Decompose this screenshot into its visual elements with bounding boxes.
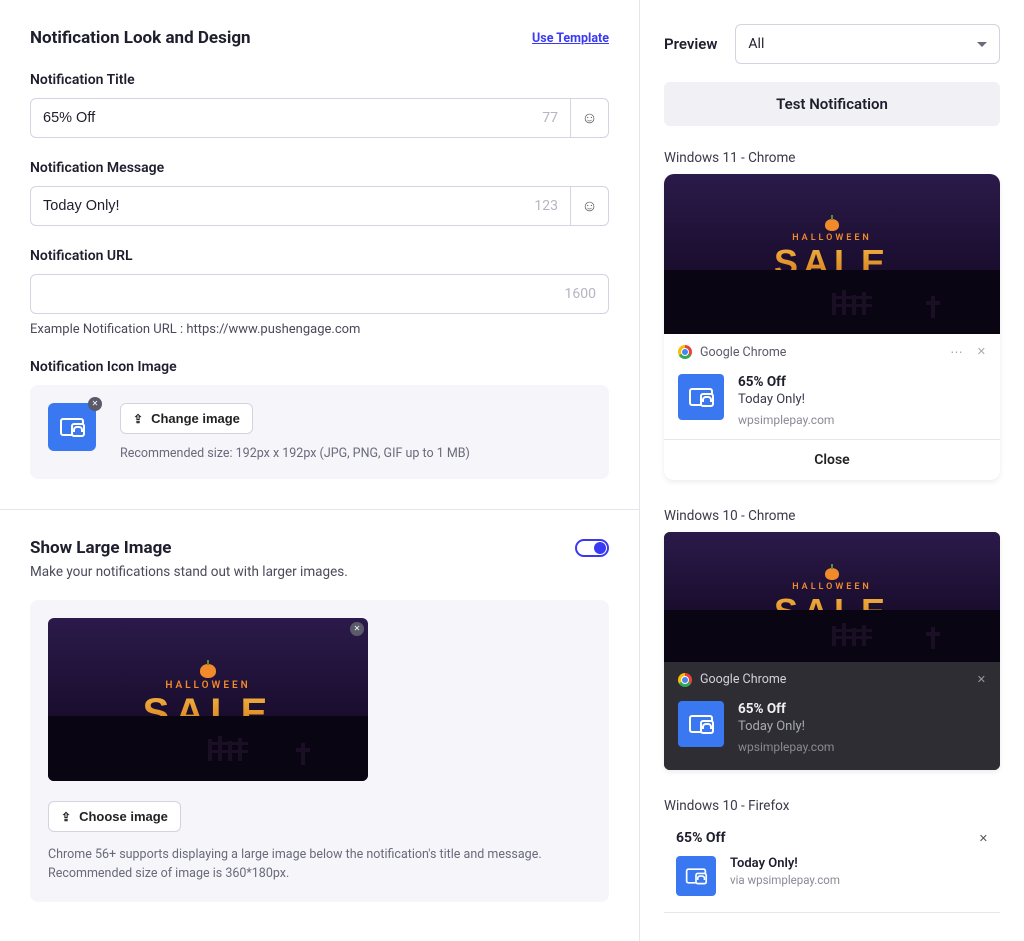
notification-domain: wpsimplepay.com (738, 413, 834, 427)
emoji-icon (581, 108, 597, 128)
cross-graphic (296, 743, 310, 765)
close-icon[interactable] (977, 344, 986, 360)
large-image-card: HALLOWEEN SALE (30, 600, 609, 902)
browser-name: Google Chrome (700, 345, 786, 360)
url-input-wrap: 1600 (30, 274, 609, 314)
emoji-icon (581, 196, 597, 216)
title-input-wrap: 77 (30, 98, 571, 138)
message-emoji-button[interactable] (571, 186, 609, 226)
icon-thumbnail (48, 403, 96, 451)
preview-select[interactable]: All (735, 24, 1000, 64)
lock-card-icon (60, 418, 84, 436)
remove-large-image-button[interactable] (350, 622, 364, 636)
large-image-heading: Show Large Image (30, 538, 171, 558)
notification-icon (676, 856, 716, 896)
test-notification-button[interactable]: Test Notification (664, 82, 1000, 126)
notification-icon (678, 374, 724, 420)
preview-caption-win10-firefox: Windows 10 - Firefox (664, 798, 1000, 814)
remove-icon-button[interactable] (88, 397, 102, 411)
close-icon[interactable] (979, 830, 988, 846)
url-char-count: 1600 (557, 286, 596, 302)
notification-message: Today Only! (738, 719, 834, 734)
message-char-count: 123 (526, 198, 558, 214)
notification-title: 65% Off (738, 701, 834, 717)
notification-domain: wpsimplepay.com (738, 740, 834, 754)
url-input[interactable] (43, 286, 557, 302)
preview-label: Preview (664, 35, 717, 53)
browser-name: Google Chrome (700, 672, 786, 687)
chevron-down-icon (977, 42, 987, 47)
notification-message: Today Only! (738, 392, 834, 407)
icon-image-label: Notification Icon Image (30, 359, 609, 375)
message-input-wrap: 123 (30, 186, 571, 226)
change-image-button[interactable]: Change image (120, 403, 253, 434)
notification-preview-win11: HALLOWEEN SALE Google Chrome (664, 174, 1000, 480)
hero-subtitle: HALLOWEEN (48, 680, 368, 691)
fence-graphic (208, 736, 248, 761)
icon-image-card: Change image Recommended size: 192px x 1… (30, 385, 609, 479)
icon-recommended-text: Recommended size: 192px x 192px (JPG, PN… (120, 446, 470, 461)
use-template-link[interactable]: Use Template (532, 31, 609, 46)
upload-icon (133, 411, 143, 426)
notification-preview-firefox: 65% Off Today Only! via wpsimplepay.com (664, 822, 1000, 913)
notification-via: via wpsimplepay.com (730, 873, 840, 887)
title-input[interactable] (43, 110, 534, 126)
preview-select-value: All (748, 36, 764, 52)
title-char-count: 77 (534, 110, 558, 126)
notification-icon (678, 701, 724, 747)
preview-caption-win10-chrome: Windows 10 - Chrome (664, 508, 1000, 524)
close-button[interactable]: Close (664, 439, 1000, 480)
change-image-label: Change image (151, 411, 240, 426)
notification-title: 65% Off (738, 374, 834, 390)
chrome-icon (678, 345, 692, 359)
pumpkin-icon (825, 568, 839, 580)
notification-preview-win10-chrome: HALLOWEEN SALE Google Chrome (664, 532, 1000, 770)
section-title: Notification Look and Design (30, 28, 251, 48)
notification-message: Today Only! (730, 856, 840, 871)
large-image-toggle[interactable] (575, 539, 609, 557)
close-icon[interactable] (977, 672, 986, 687)
pumpkin-icon (825, 219, 839, 231)
url-hint: Example Notification URL : https://www.p… (30, 322, 609, 337)
title-label: Notification Title (30, 72, 609, 88)
choose-image-label: Choose image (79, 809, 168, 824)
message-label: Notification Message (30, 160, 609, 176)
large-image-subtext: Make your notifications stand out with l… (30, 564, 609, 580)
pumpkin-icon (200, 664, 216, 678)
url-label: Notification URL (30, 248, 609, 264)
choose-image-button[interactable]: Choose image (48, 801, 181, 832)
large-image-note: Chrome 56+ supports displaying a large i… (48, 846, 591, 884)
notification-title: 65% Off (676, 830, 726, 846)
title-emoji-button[interactable] (571, 98, 609, 138)
large-image-thumbnail: HALLOWEEN SALE (48, 618, 368, 781)
preview-caption-win11: Windows 11 - Chrome (664, 150, 1000, 166)
more-icon[interactable] (950, 344, 963, 360)
chrome-icon (678, 673, 692, 687)
message-input[interactable] (43, 198, 526, 214)
upload-icon (61, 809, 71, 824)
